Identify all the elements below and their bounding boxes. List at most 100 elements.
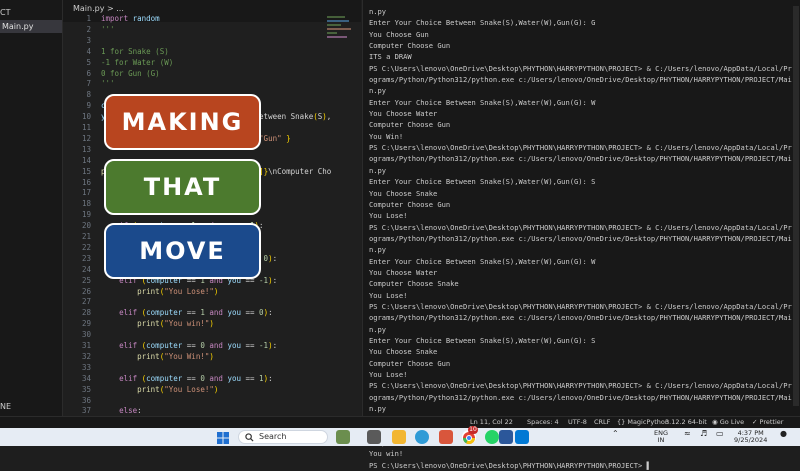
line-number: 14 bbox=[81, 155, 91, 165]
line-number: 9 bbox=[86, 101, 91, 111]
status-eol[interactable]: CRLF bbox=[594, 418, 610, 426]
vscode-icon[interactable] bbox=[515, 430, 529, 444]
line-number: 15 bbox=[81, 166, 91, 176]
line-number: 17 bbox=[81, 188, 91, 198]
wifi-icon[interactable]: ≈ bbox=[684, 430, 691, 438]
terminal-line: ograms/Python/Python312/python.exe c:/Us… bbox=[369, 392, 792, 402]
terminal-scrollbar[interactable] bbox=[793, 6, 799, 406]
file-explorer-icon[interactable] bbox=[392, 430, 406, 444]
line-number: 23 bbox=[81, 253, 91, 263]
explorer-panel: CT Main.py NE bbox=[0, 0, 63, 416]
line-number: 3 bbox=[86, 35, 91, 45]
terminal-output[interactable]: n.py Enter Your Choice Between Snake(S),W… bbox=[369, 6, 792, 471]
word-icon[interactable] bbox=[499, 430, 513, 444]
status-indentation[interactable]: Spaces: 4 bbox=[527, 418, 559, 426]
line-number: 22 bbox=[81, 242, 91, 252]
code-line[interactable]: -1 for Water (W) bbox=[101, 58, 173, 67]
line-number: 10 bbox=[81, 112, 91, 122]
banner-that: THAT bbox=[104, 159, 261, 215]
line-number: 31 bbox=[81, 341, 91, 350]
whatsapp-icon[interactable] bbox=[485, 430, 499, 444]
terminal-line: ograms/Python/Python312/python.exe c:/Us… bbox=[369, 154, 792, 164]
status-go-live[interactable]: ◉ Go Live bbox=[712, 418, 744, 426]
line-number: 19 bbox=[81, 210, 91, 220]
terminal-line: You Lose! bbox=[369, 211, 408, 221]
line-number: 16 bbox=[81, 177, 91, 187]
status-language[interactable]: {} MagicPython bbox=[617, 418, 669, 426]
terminal-line: ITS a DRAW bbox=[369, 52, 412, 62]
banner-making: MAKING bbox=[104, 94, 261, 150]
terminal-line: Computer Choose Gun bbox=[369, 199, 451, 209]
terminal-line: You Lose! bbox=[369, 370, 408, 379]
terminal-panel[interactable]: n.py Enter Your Choice Between Snake(S),W… bbox=[362, 0, 800, 470]
clock[interactable]: 4:37 PM 9/25/2024 bbox=[734, 430, 767, 444]
windows-start-icon[interactable] bbox=[216, 430, 230, 444]
status-cursor-position[interactable]: Ln 11, Col 22 bbox=[470, 418, 513, 426]
line-number: 24 bbox=[81, 264, 91, 274]
line-number: 30 bbox=[81, 330, 91, 340]
line-number: 37 bbox=[81, 406, 91, 416]
line-number: 28 bbox=[81, 308, 91, 318]
terminal-line: You Win! bbox=[369, 131, 404, 141]
status-prettier[interactable]: ✓ Prettier bbox=[752, 418, 783, 426]
code-line[interactable]: ''' bbox=[101, 25, 115, 34]
battery-icon[interactable]: ▭ bbox=[716, 430, 724, 438]
edge-icon[interactable] bbox=[415, 430, 429, 444]
notifications-bell-icon[interactable]: ● bbox=[780, 430, 787, 438]
explorer-file-main-py[interactable]: Main.py bbox=[0, 20, 62, 33]
terminal-line: n.py bbox=[369, 7, 387, 16]
line-number: 20 bbox=[81, 221, 91, 231]
code-line[interactable]: elif (computer == 1 and you == 0): bbox=[101, 308, 273, 317]
broadcast-icon: ◉ bbox=[712, 418, 720, 426]
terminal-line: You Choose Water bbox=[369, 267, 438, 277]
line-number: 4 bbox=[86, 46, 91, 56]
terminal-line: PS C:\Users\lenovo\OneDrive\Desktop\PHYT… bbox=[369, 460, 651, 470]
terminal-line: Enter Your Choice Between Snake(S),Water… bbox=[369, 97, 596, 107]
code-line[interactable]: print("You Lose!") bbox=[101, 287, 218, 296]
line-number: 8 bbox=[86, 90, 91, 100]
line-number: 1 bbox=[86, 14, 91, 23]
line-number: 33 bbox=[81, 362, 91, 372]
line-number: 29 bbox=[81, 319, 91, 329]
terminal-line: You Choose Water bbox=[369, 109, 438, 119]
code-line[interactable]: 1 for Snake (S) bbox=[101, 47, 169, 56]
terminal-line: ograms/Python/Python312/python.exe c:/Us… bbox=[369, 313, 792, 323]
taskbar-search[interactable]: Search bbox=[238, 430, 328, 444]
explorer-outline-section[interactable]: NE bbox=[0, 402, 11, 411]
brave-icon[interactable] bbox=[439, 430, 453, 444]
line-number: 7 bbox=[86, 79, 91, 89]
line-number: 5 bbox=[86, 57, 91, 67]
code-line[interactable]: print("You Win!") bbox=[101, 352, 214, 361]
explorer-header: CT bbox=[0, 8, 11, 17]
language-indicator[interactable]: ENG IN bbox=[654, 430, 668, 444]
task-view-icon[interactable] bbox=[367, 430, 381, 444]
code-line[interactable]: ''' bbox=[101, 79, 115, 88]
terminal-line: ograms/Python/Python312/python.exe c:/Us… bbox=[369, 75, 792, 85]
widgets-icon[interactable] bbox=[336, 430, 350, 444]
code-line[interactable]: else: bbox=[101, 406, 142, 415]
code-line[interactable]: print("You win!") bbox=[101, 319, 214, 328]
terminal-line: You win! bbox=[369, 449, 404, 459]
code-line[interactable]: 0 for Gun (G) bbox=[101, 69, 160, 78]
code-line[interactable]: elif (computer == 0 and you == -1): bbox=[101, 341, 277, 350]
status-encoding[interactable]: UTF-8 bbox=[568, 418, 587, 426]
line-number: 11 bbox=[81, 123, 91, 132]
terminal-line: n.py bbox=[369, 324, 387, 334]
terminal-line: ograms/Python/Python312/python.exe c:/Us… bbox=[369, 233, 792, 243]
code-line[interactable]: print("You Lose!") bbox=[101, 385, 218, 394]
tray-chevron-icon[interactable]: ⌃ bbox=[612, 430, 619, 438]
line-number: 2 bbox=[86, 24, 91, 34]
terminal-line: PS C:\Users\lenovo\OneDrive\Desktop\PHYT… bbox=[369, 222, 792, 232]
banner-move: MOVE bbox=[104, 223, 261, 279]
terminal-line: You Lose! bbox=[369, 290, 408, 300]
breadcrumb-main-py[interactable]: Main.py > ... bbox=[73, 4, 124, 13]
code-line[interactable]: elif (computer == 0 and you == 1): bbox=[101, 374, 273, 383]
windows-taskbar: Search 10 ⌃ ENG IN ≈ ♬ ▭ 4:37 PM 9/25/2024… bbox=[0, 426, 800, 446]
minimap[interactable] bbox=[327, 14, 353, 48]
volume-icon[interactable]: ♬ bbox=[700, 430, 707, 438]
terminal-line: Enter Your Choice Between Snake(S),Water… bbox=[369, 177, 596, 187]
terminal-line: PS C:\Users\lenovo\OneDrive\Desktop\PHYT… bbox=[369, 381, 792, 391]
status-interpreter[interactable]: 3.12.2 64-bit bbox=[665, 418, 707, 426]
code-line[interactable]: import random bbox=[101, 14, 160, 23]
terminal-line: Computer Choose Gun bbox=[369, 358, 451, 368]
